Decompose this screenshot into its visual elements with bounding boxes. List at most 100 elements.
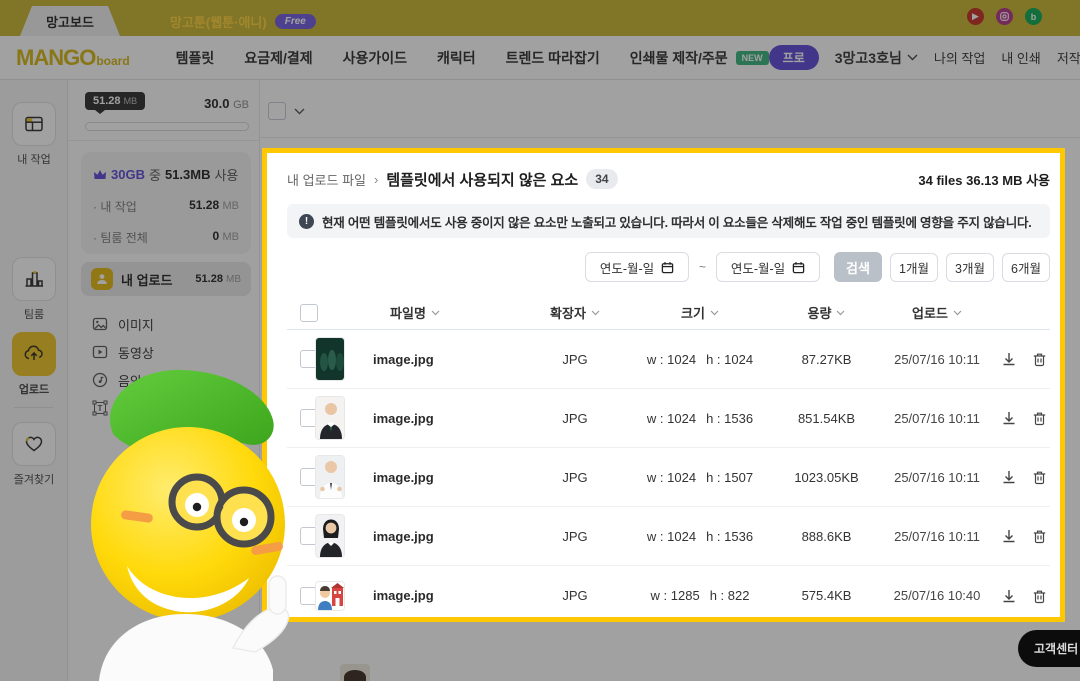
sidebar-item-my-work[interactable]: 내 작업 bbox=[0, 102, 68, 167]
sidebar-label: 업로드 bbox=[0, 381, 68, 397]
file-thumbnail[interactable] bbox=[315, 455, 345, 499]
download-icon bbox=[1001, 410, 1017, 426]
trash-icon bbox=[1032, 528, 1047, 544]
range-3month-button[interactable]: 3개월 bbox=[946, 253, 994, 282]
nav-link-my-work[interactable]: 나의 작업 bbox=[934, 48, 985, 67]
heart-icon bbox=[23, 433, 45, 455]
nav-item-pricing[interactable]: 요금제/결제 bbox=[244, 48, 312, 68]
tab-mangotoon[interactable]: 망고툰(웹툰·애니) Free bbox=[170, 6, 316, 36]
content-divider bbox=[260, 137, 1080, 138]
user-menu[interactable]: 3망고3호님 bbox=[835, 48, 918, 68]
chevron-down-icon bbox=[907, 54, 918, 61]
file-thumbnail[interactable] bbox=[315, 337, 345, 381]
nav-link-my-print[interactable]: 내 인쇄 bbox=[1001, 48, 1041, 67]
file-name[interactable]: image.jpg bbox=[355, 588, 525, 603]
teamroom-icon bbox=[23, 268, 45, 290]
download-button[interactable] bbox=[996, 346, 1022, 372]
file-name[interactable]: image.jpg bbox=[355, 411, 525, 426]
trash-icon bbox=[1032, 588, 1047, 604]
trash-icon bbox=[1032, 410, 1047, 426]
column-filesize[interactable]: 용량 bbox=[775, 303, 878, 322]
file-name[interactable]: image.jpg bbox=[355, 529, 525, 544]
column-extension[interactable]: 확장자 bbox=[525, 303, 625, 322]
quota-box: 30GB 중 51.3MB 사용 · 내 작업 51.28 MB · 팀룸 전체… bbox=[81, 152, 251, 254]
delete-button[interactable] bbox=[1026, 583, 1052, 609]
delete-button[interactable] bbox=[1026, 523, 1052, 549]
logo-sub-text: board bbox=[96, 54, 129, 68]
chevron-down-icon bbox=[294, 108, 305, 115]
nav-item-guide[interactable]: 사용가이드 bbox=[343, 48, 407, 68]
my-uploads-header[interactable]: 내 업로드 51.28 MB bbox=[81, 262, 251, 296]
sidebar-item-teamroom[interactable]: 팀룸 bbox=[0, 257, 68, 322]
file-dimensions: w : 1024h : 1536 bbox=[625, 411, 775, 426]
category-music[interactable]: 음악 bbox=[92, 366, 154, 394]
sidebar-item-upload[interactable]: 업로드 bbox=[0, 332, 68, 397]
tab-mangoboard[interactable]: 망고보드 bbox=[20, 6, 120, 36]
quota-total: 30GB bbox=[111, 167, 145, 182]
file-thumbnail[interactable] bbox=[315, 581, 345, 611]
file-size: 1023.05KB bbox=[775, 470, 878, 485]
download-button[interactable] bbox=[996, 523, 1022, 549]
youtube-icon[interactable]: ▶ bbox=[967, 8, 984, 25]
file-name[interactable]: image.jpg bbox=[355, 352, 525, 367]
blog-icon[interactable]: b bbox=[1025, 8, 1042, 25]
storage-progress-bar bbox=[85, 122, 249, 131]
nav-item-templates[interactable]: 템플릿 bbox=[176, 48, 215, 68]
file-uploaded: 25/07/16 10:40 bbox=[878, 588, 996, 603]
instagram-icon[interactable] bbox=[996, 8, 1013, 25]
svg-text:T: T bbox=[98, 404, 103, 413]
date-to-input[interactable]: 연도-월-일 bbox=[716, 252, 820, 282]
filter-bar: 연도-월-일 ~ 연도-월-일 검색 1개월 3개월 6개월 bbox=[287, 252, 1050, 282]
search-button[interactable]: 검색 bbox=[834, 252, 882, 282]
column-size[interactable]: 크기 bbox=[625, 303, 775, 322]
person-icon bbox=[91, 268, 113, 290]
free-badge: Free bbox=[275, 14, 316, 29]
category-fonts[interactable]: T 폰트 bbox=[92, 394, 154, 422]
column-filename[interactable]: 파일명 bbox=[305, 303, 525, 322]
range-1month-button[interactable]: 1개월 bbox=[890, 253, 938, 282]
file-thumbnail[interactable] bbox=[315, 396, 345, 440]
table-row: image.jpg JPG w : 1024h : 1024 87.27KB 2… bbox=[287, 330, 1050, 389]
nav-link-copyright[interactable]: 저작권 규정 bbox=[1057, 48, 1080, 67]
delete-button[interactable] bbox=[1026, 464, 1052, 490]
breadcrumb-root[interactable]: 내 업로드 파일 bbox=[287, 170, 366, 189]
music-icon bbox=[92, 372, 108, 388]
username-text: 3망고3호님 bbox=[835, 48, 902, 68]
download-button[interactable] bbox=[996, 464, 1022, 490]
nav-item-character[interactable]: 캐릭터 bbox=[437, 48, 476, 68]
category-videos[interactable]: 동영상 bbox=[92, 338, 154, 366]
delete-button[interactable] bbox=[1026, 346, 1052, 372]
select-all-checkbox[interactable] bbox=[268, 102, 286, 120]
file-dimensions: w : 1024h : 1024 bbox=[625, 352, 775, 367]
column-uploaded[interactable]: 업로드 bbox=[878, 303, 996, 322]
font-icon: T bbox=[92, 400, 108, 416]
page-title: 템플릿에서 사용되지 않은 요소 bbox=[386, 169, 578, 190]
download-button[interactable] bbox=[996, 405, 1022, 431]
file-name[interactable]: image.jpg bbox=[355, 470, 525, 485]
nav-item-print-order[interactable]: 인쇄물 제작/주문 bbox=[630, 48, 728, 68]
select-all-control[interactable] bbox=[268, 102, 305, 120]
delete-button[interactable] bbox=[1026, 405, 1052, 431]
file-dimensions: w : 1024h : 1507 bbox=[625, 470, 775, 485]
download-button[interactable] bbox=[996, 583, 1022, 609]
count-badge: 34 bbox=[586, 169, 617, 189]
sort-chevron-icon bbox=[710, 310, 719, 316]
storage-total: 30.0 GB bbox=[204, 96, 249, 111]
quota-suffix: 사용 bbox=[214, 165, 238, 184]
mangoboard-logo[interactable]: MANGOboard bbox=[16, 45, 130, 71]
table-row: image.jpg JPG w : 1024h : 1536 888.6KB 2… bbox=[287, 507, 1050, 566]
file-thumbnail[interactable] bbox=[315, 514, 345, 558]
nav-item-trend[interactable]: 트렌드 따라잡기 bbox=[506, 48, 600, 68]
sidebar-item-favorites[interactable]: 즐겨찾기 bbox=[0, 422, 68, 487]
floating-help-button[interactable]: 고객센터 bbox=[1018, 630, 1080, 667]
download-icon bbox=[1001, 469, 1017, 485]
quota-mid: 중 bbox=[149, 165, 161, 184]
range-6month-button[interactable]: 6개월 bbox=[1002, 253, 1050, 282]
category-images[interactable]: 이미지 bbox=[92, 310, 154, 338]
quota-used: 51.3MB bbox=[165, 167, 211, 182]
date-range-tilde: ~ bbox=[699, 260, 706, 274]
storage-used-tooltip: 51.28 MB bbox=[85, 92, 145, 110]
date-from-input[interactable]: 연도-월-일 bbox=[585, 252, 689, 282]
table-row: image.jpg JPG w : 1024h : 1507 1023.05KB… bbox=[287, 448, 1050, 507]
file-uploaded: 25/07/16 10:11 bbox=[878, 470, 996, 485]
